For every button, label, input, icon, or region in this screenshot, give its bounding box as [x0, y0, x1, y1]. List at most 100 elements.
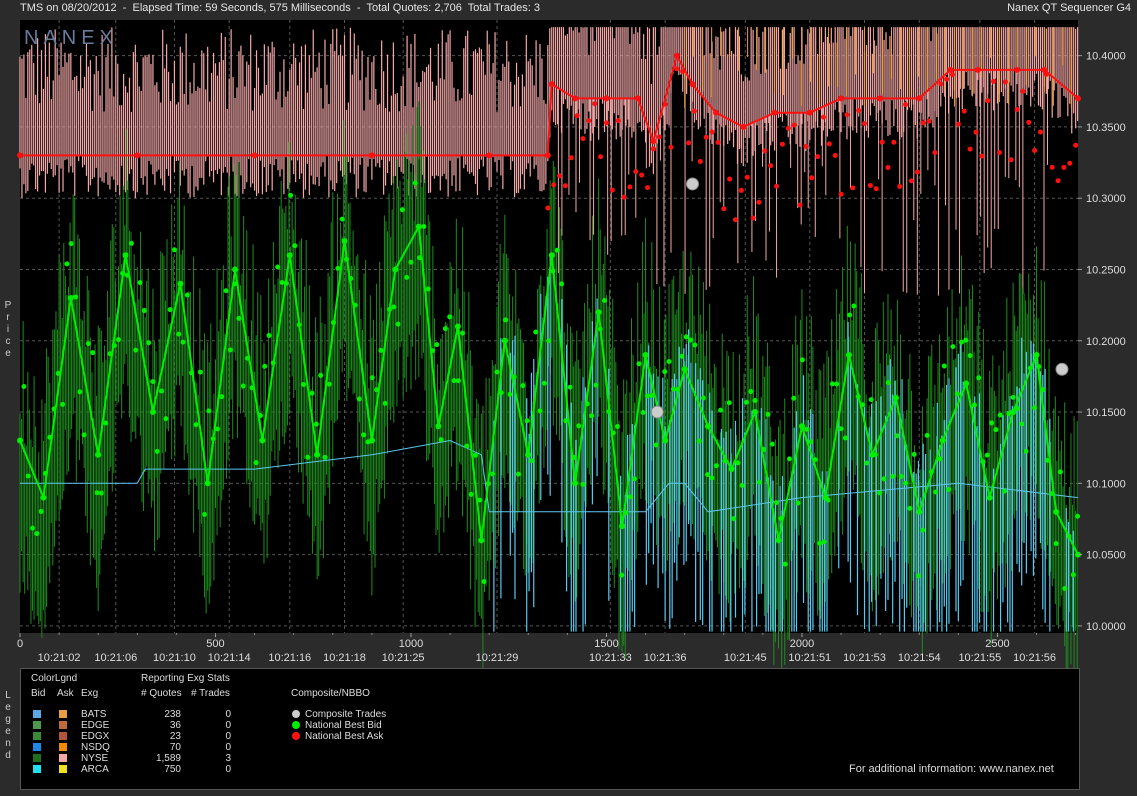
nbb-tick-dot: [300, 381, 306, 387]
y-tick-label: 10.0000: [1086, 621, 1126, 633]
nbb-tick-dot: [739, 482, 745, 488]
nbb-tick-dot: [1019, 421, 1025, 427]
nbo-tick-dot: [645, 185, 651, 191]
nbb-point: [501, 337, 508, 344]
nbb-tick-dot: [206, 408, 212, 414]
nbb-tick-dot: [202, 512, 208, 518]
nbb-tick-dot: [554, 247, 560, 253]
y-tick-label: 10.2500: [1086, 264, 1126, 276]
nbo-tick-dot: [979, 153, 985, 159]
nbo-tick-dot: [732, 217, 738, 223]
nbb-tick-dot: [107, 351, 113, 357]
nbb-tick-dot: [950, 344, 956, 350]
nbb-tick-dot: [361, 432, 367, 438]
nbb-tick-dot: [266, 332, 272, 338]
nbb-point: [572, 480, 579, 487]
nbb-point: [705, 423, 712, 430]
nbb-tick-dot: [146, 340, 152, 346]
nbb-point: [286, 252, 293, 259]
nbb-point: [177, 280, 184, 287]
nbb-tick-dot: [640, 409, 646, 415]
nbb-point: [341, 237, 348, 244]
nbb-tick-dot: [1062, 585, 1068, 591]
nbb-tick-dot: [124, 272, 130, 278]
nbb-tick-dot: [550, 268, 556, 274]
nbb-tick-dot: [915, 573, 921, 579]
nbb-tick-dot: [692, 342, 698, 348]
nbo-point: [603, 95, 610, 102]
nbo-tick-dot: [973, 129, 979, 135]
bid-swatch: [33, 765, 41, 773]
nbb-tick-dot: [322, 454, 328, 460]
nbb-tick-dot: [748, 388, 754, 394]
nbb-tick-dot: [283, 280, 289, 286]
nbb-tick-dot: [1070, 572, 1076, 578]
nbb-tick-dot: [98, 490, 104, 496]
nbb-tick-dot: [614, 424, 620, 430]
nbo-point: [650, 138, 657, 145]
nbb-tick-dot: [60, 401, 66, 407]
nbb-tick-dot: [838, 426, 844, 432]
nbb-tick-dot: [326, 381, 332, 387]
nbb-tick-dot: [309, 390, 315, 396]
nbo-tick-dot: [1032, 148, 1038, 154]
nbo-tick-dot: [545, 205, 551, 211]
nbo-tick-dot: [568, 155, 574, 161]
nbb-tick-dot: [339, 216, 345, 222]
nbo-point: [916, 95, 923, 102]
composite-trade: [1055, 362, 1069, 376]
nbo-tick-dot: [850, 185, 856, 191]
nbo-point: [17, 152, 23, 159]
nbb-tick-dot: [468, 491, 474, 497]
ask-swatch: [59, 765, 67, 773]
nbb-tick-dot: [262, 363, 268, 369]
nbb-point: [619, 523, 626, 530]
trade-count: 3: [225, 753, 231, 764]
nbb-tick-dot: [485, 481, 491, 487]
nbb-tick-dot: [399, 207, 405, 213]
nbo-tick-dot: [592, 101, 598, 107]
nbb-tick-dot: [335, 265, 341, 271]
nbo-tick-dot: [844, 112, 850, 118]
nbb-tick-dot: [761, 447, 767, 453]
nbb-tick-dot: [1045, 457, 1051, 463]
composite-swatch: [292, 732, 300, 740]
nbb-tick-dot: [958, 339, 964, 345]
nbb-tick-dot: [821, 539, 827, 545]
nbb-tick-dot: [920, 527, 926, 533]
nbb-tick-dot: [111, 342, 117, 348]
nbo-point: [1075, 95, 1081, 102]
nbb-tick-dot: [386, 306, 392, 312]
time-label: 10:21:53: [843, 652, 886, 664]
x-axis: 10:21:02 10:21:06 10:21:10 10:21:14 10:21:16…: [17, 633, 1077, 664]
nbb-tick-dot: [1010, 394, 1016, 400]
nbb-tick-dot: [1023, 448, 1029, 454]
nbb-tick-dot: [769, 441, 775, 447]
nbb-tick-dot: [73, 294, 79, 300]
nbo-tick-dot: [691, 108, 697, 114]
nbo-point: [712, 109, 719, 116]
nbb-tick-dot: [1053, 541, 1059, 547]
nbo-tick-dot: [721, 206, 727, 212]
nbb-tick-dot: [984, 452, 990, 458]
nbo-point: [689, 81, 696, 88]
nbb-tick-dot: [980, 459, 986, 465]
trade-count: 0: [225, 731, 231, 742]
nbo-tick-dot: [650, 146, 656, 152]
nbo-tick-dot: [557, 173, 563, 179]
nbb-tick-dot: [933, 489, 939, 495]
nbo-tick-dot: [598, 154, 604, 160]
nbb-tick-dot: [38, 508, 44, 514]
nbo-tick-dot: [686, 140, 692, 146]
nbb-tick-dot: [279, 280, 285, 286]
nbb-tick-dot: [1014, 406, 1020, 412]
nbo-point: [548, 81, 555, 88]
nbb-tick-dot: [507, 391, 513, 397]
nbb-tick-dot: [288, 192, 294, 198]
nbb-tick-dot: [924, 432, 930, 438]
time-label: 10:21:02: [38, 652, 81, 664]
nbo-tick-dot: [756, 199, 762, 205]
composite-trade: [650, 405, 664, 419]
nbo-tick-dot: [562, 183, 568, 189]
y-tick-label: 10.1000: [1086, 478, 1126, 490]
